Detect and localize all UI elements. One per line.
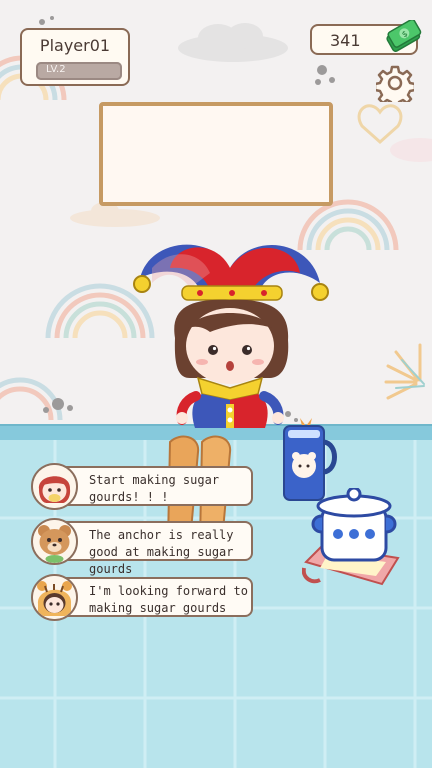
chat-bubble: Start making sugar gourds! ! ! xyxy=(55,466,253,506)
player-name: Player01 xyxy=(39,36,111,55)
level-label: LV.2 xyxy=(46,64,66,75)
chat-message: Start making sugar gourds! ! ! xyxy=(31,463,255,510)
level-progress-bar: LV.2 xyxy=(36,62,122,80)
bear-avatar xyxy=(31,518,78,565)
chat-text: The anchor is really good at making suga… xyxy=(89,528,234,576)
bear-avatar-icon xyxy=(33,520,76,563)
girl-avatar xyxy=(31,463,78,510)
cash-icon: $ xyxy=(386,20,422,52)
chat-text: Start making sugar gourds! ! ! xyxy=(89,473,220,504)
chat-message: The anchor is really good at making suga… xyxy=(31,518,255,576)
player-card[interactable]: Player01 LV.2 xyxy=(20,28,130,86)
chat-bubble: I'm looking forward to making sugar gour… xyxy=(55,577,253,617)
chat-text: I'm looking forward to making sugar gour… xyxy=(89,584,248,615)
girl-avatar-icon xyxy=(33,465,76,508)
tiger-hood-avatar xyxy=(31,574,78,621)
jester-character[interactable] xyxy=(130,228,330,428)
chat-message: I'm looking forward to making sugar gour… xyxy=(31,574,255,621)
currency-amount: 341 xyxy=(330,31,361,50)
tiger-hood-avatar-icon xyxy=(33,576,76,619)
currency-display: 341 $ xyxy=(310,20,422,55)
wall-sign xyxy=(99,102,333,206)
cooking-pot-item[interactable] xyxy=(302,488,406,588)
chat-bubble: The anchor is really good at making suga… xyxy=(55,521,253,576)
gear-icon[interactable] xyxy=(376,64,414,102)
